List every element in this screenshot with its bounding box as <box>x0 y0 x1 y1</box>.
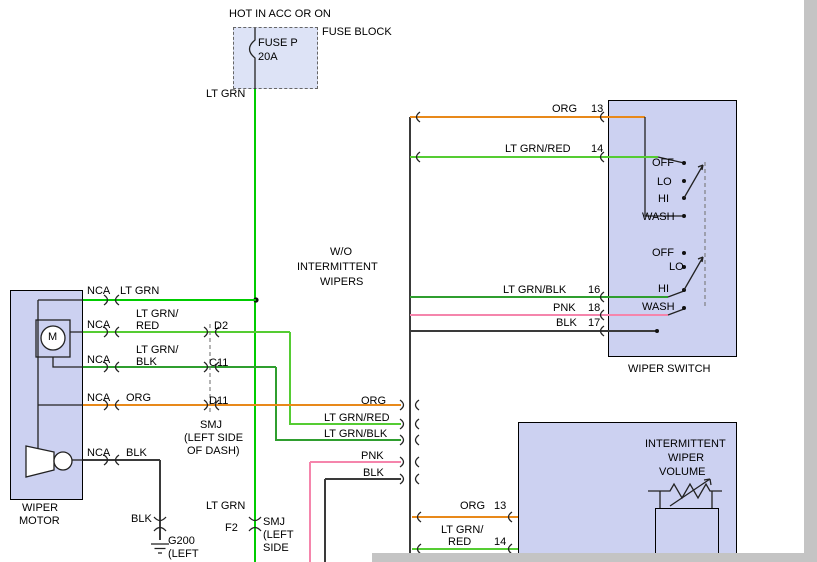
switch-pos-off-1: OFF <box>652 157 674 169</box>
wire-pnk-mid <box>310 462 401 562</box>
volume-pin-14: 14 <box>494 536 506 548</box>
fuse-output-wire-label: LT GRN <box>206 88 245 100</box>
ground-loc-label: (LEFT <box>168 548 199 560</box>
pin-18: 18 <box>588 302 600 314</box>
connector-icons-bus <box>400 112 421 554</box>
wire-label-ltgrnred-14: LT GRN/RED <box>505 143 571 155</box>
volume-title-line3: VOLUME <box>659 466 705 478</box>
mid-wire-label-org: ORG <box>361 395 386 407</box>
smj-label-line3: OF DASH) <box>187 445 240 457</box>
ground-name-label: G200 <box>168 535 195 547</box>
nca-label-3: NCA <box>87 354 110 366</box>
switch-pos-hi-1: HI <box>658 193 669 205</box>
fuse-block-label: FUSE BLOCK <box>322 26 392 38</box>
wiper-motor-title-line1: WIPER <box>22 502 58 514</box>
volume-pin-13: 13 <box>494 500 506 512</box>
nca-label-1: NCA <box>87 285 110 297</box>
branch-note-line1: W/O <box>330 246 352 258</box>
right-edge-band <box>804 0 817 562</box>
branch-note-line2: INTERMITTENT <box>297 261 378 273</box>
wire-blk-mid <box>325 479 401 562</box>
switch-pos-wash-1: WASH <box>642 211 675 223</box>
branch-note-line3: WIPERS <box>320 276 363 288</box>
motor-wire3-label-line1: LT GRN/ <box>136 344 178 356</box>
mid-wire-label-pnk: PNK <box>361 450 384 462</box>
volume-title-line2: WIPER <box>668 452 704 464</box>
wiper-motor-title-line2: MOTOR <box>19 515 60 527</box>
ground-icon <box>151 544 169 553</box>
motor-wire5-label: BLK <box>126 447 147 459</box>
bottom-edge-band <box>372 553 817 562</box>
motor-symbol-letter: M <box>48 331 57 343</box>
connector-icon-f2 <box>249 517 261 531</box>
mid-wire-label-ltgrnred: LT GRN/RED <box>324 412 390 424</box>
volume-title-line1: INTERMITTENT <box>645 438 726 450</box>
wiper-switch-box <box>608 100 737 357</box>
junction-dot <box>253 297 258 302</box>
wire-label-ltgrnblk-16: LT GRN/BLK <box>503 284 566 296</box>
wiring-diagram-canvas: HOT IN ACC OR ON FUSE BLOCK FUSE P 20A L… <box>0 0 817 562</box>
smj-bottom-line3: SIDE <box>263 542 289 554</box>
volume-wire-org-label: ORG <box>460 500 485 512</box>
switch-pos-hi-2: HI <box>658 283 669 295</box>
switch-pos-lo-2: LO <box>669 261 684 273</box>
wiper-switch-title: WIPER SWITCH <box>628 363 711 375</box>
fuse-name-label: FUSE P <box>258 37 298 49</box>
mid-wire-label-blk: BLK <box>363 467 384 479</box>
pin-17: 17 <box>588 317 600 329</box>
motor-wire1-label: LT GRN <box>120 285 159 297</box>
connector-d2-label: D2 <box>214 320 228 332</box>
pin-13: 13 <box>591 103 603 115</box>
wire-label-blk-17: BLK <box>556 317 577 329</box>
volume-wire-ltgrnred-line2: RED <box>448 536 471 548</box>
smj-bottom-line2: (LEFT <box>263 529 294 541</box>
smj-bottom-line1: SMJ <box>263 516 285 528</box>
wire-label-org-13: ORG <box>552 103 577 115</box>
switch-pos-wash-2: WASH <box>642 301 675 313</box>
hot-in-acc-label: HOT IN ACC OR ON <box>229 8 331 20</box>
nca-label-2: NCA <box>87 319 110 331</box>
smj-label-line1: SMJ <box>200 419 222 431</box>
motor-wire4-label: ORG <box>126 392 151 404</box>
switch-pos-lo-1: LO <box>657 176 672 188</box>
volume-wire-ltgrnred-line1: LT GRN/ <box>441 524 483 536</box>
connector-icon-ground-wire <box>154 517 166 531</box>
nca-label-5: NCA <box>87 447 110 459</box>
connector-icons-volume-entry <box>509 512 513 554</box>
wire-label-pnk-18: PNK <box>553 302 576 314</box>
motor-wire3-label-line2: BLK <box>136 356 157 368</box>
switch-pos-off-2: OFF <box>652 247 674 259</box>
connector-c11-label: C11 <box>209 357 228 369</box>
wire-blk-motor-ground <box>83 460 160 540</box>
pin-14: 14 <box>591 143 603 155</box>
mid-wire-label-ltgrnblk: LT GRN/BLK <box>324 428 387 440</box>
ground-wire-label: BLK <box>131 513 152 525</box>
fuse-rating-label: 20A <box>258 51 278 63</box>
connector-d11-label: D11 <box>209 395 228 407</box>
pin-16: 16 <box>588 284 600 296</box>
smj-label-line2: (LEFT SIDE <box>184 432 243 444</box>
f2-wire-label: LT GRN <box>206 500 245 512</box>
motor-wire2-label-line2: RED <box>136 320 159 332</box>
motor-wire2-label-line1: LT GRN/ <box>136 308 178 320</box>
nca-label-4: NCA <box>87 392 110 404</box>
wiper-motor-box <box>10 290 83 500</box>
connector-f2-label: F2 <box>225 522 238 534</box>
